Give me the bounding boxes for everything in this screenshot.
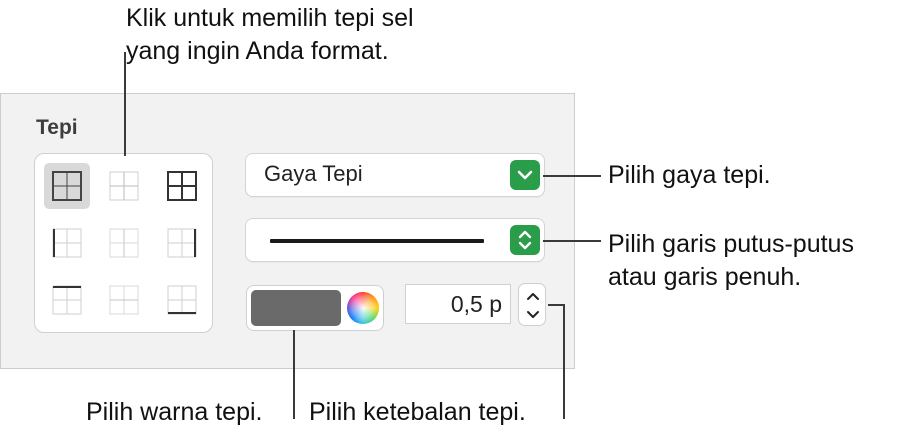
stepper-arrows-icon [527, 293, 539, 318]
all-borders-button[interactable] [44, 163, 90, 209]
leader-line [563, 304, 565, 419]
callout-line: Klik untuk memilih tepi sel [126, 4, 414, 32]
leader-line [543, 175, 601, 177]
line-type-dropdown[interactable] [245, 218, 545, 262]
leader-line [293, 330, 295, 419]
callout-select-cell-borders: Klik untuk memilih tepi sel yang ingin A… [126, 2, 414, 68]
bottom-border-button[interactable] [159, 277, 205, 323]
inside-borders-icon [109, 171, 139, 201]
left-border-icon [52, 228, 82, 258]
chevron-up-down-icon [518, 230, 532, 250]
inside-vertical-border-icon [109, 228, 139, 258]
border-color-well[interactable] [246, 285, 384, 331]
thickness-stepper[interactable] [518, 283, 546, 326]
border-color-swatch[interactable] [251, 290, 341, 326]
left-border-button[interactable] [44, 220, 90, 266]
right-border-button[interactable] [159, 220, 205, 266]
line-type-stepper-button[interactable] [510, 225, 540, 255]
leader-line [543, 240, 601, 242]
chevron-down-icon [517, 170, 533, 180]
border-thickness-field[interactable]: 0,5 p [405, 284, 511, 324]
color-wheel-icon[interactable] [347, 292, 379, 324]
all-borders-icon [52, 171, 82, 201]
top-border-button[interactable] [44, 277, 90, 323]
border-style-label: Gaya Tepi [264, 161, 363, 186]
section-title: Tepi [36, 116, 78, 139]
callout-line: Pilih garis putus-putus [608, 230, 854, 258]
solid-line-sample [270, 239, 484, 243]
dropdown-button[interactable] [510, 160, 540, 190]
callout-line: atau garis penuh. [608, 263, 802, 291]
all-grid-borders-button[interactable] [159, 163, 205, 209]
leader-line [124, 52, 126, 156]
all-grid-borders-icon [167, 171, 197, 201]
border-selector [34, 153, 213, 333]
inside-borders-button[interactable] [101, 163, 147, 209]
callout-line-type: Pilih garis putus-putus atau garis penuh… [608, 228, 854, 294]
right-border-icon [167, 228, 197, 258]
callout-border-color: Pilih warna tepi. [86, 398, 263, 426]
top-border-icon [52, 285, 82, 315]
inside-horizontal-border-icon [109, 285, 139, 315]
border-style-dropdown[interactable]: Gaya Tepi [245, 153, 545, 197]
callout-border-style: Pilih gaya tepi. [608, 161, 771, 189]
callout-line: yang ingin Anda format. [126, 37, 389, 65]
inside-horizontal-border-button[interactable] [101, 277, 147, 323]
callout-border-thickness: Pilih ketebalan tepi. [309, 398, 526, 426]
bottom-border-icon [167, 285, 197, 315]
inside-vertical-border-button[interactable] [101, 220, 147, 266]
border-thickness-value: 0,5 p [450, 291, 502, 317]
